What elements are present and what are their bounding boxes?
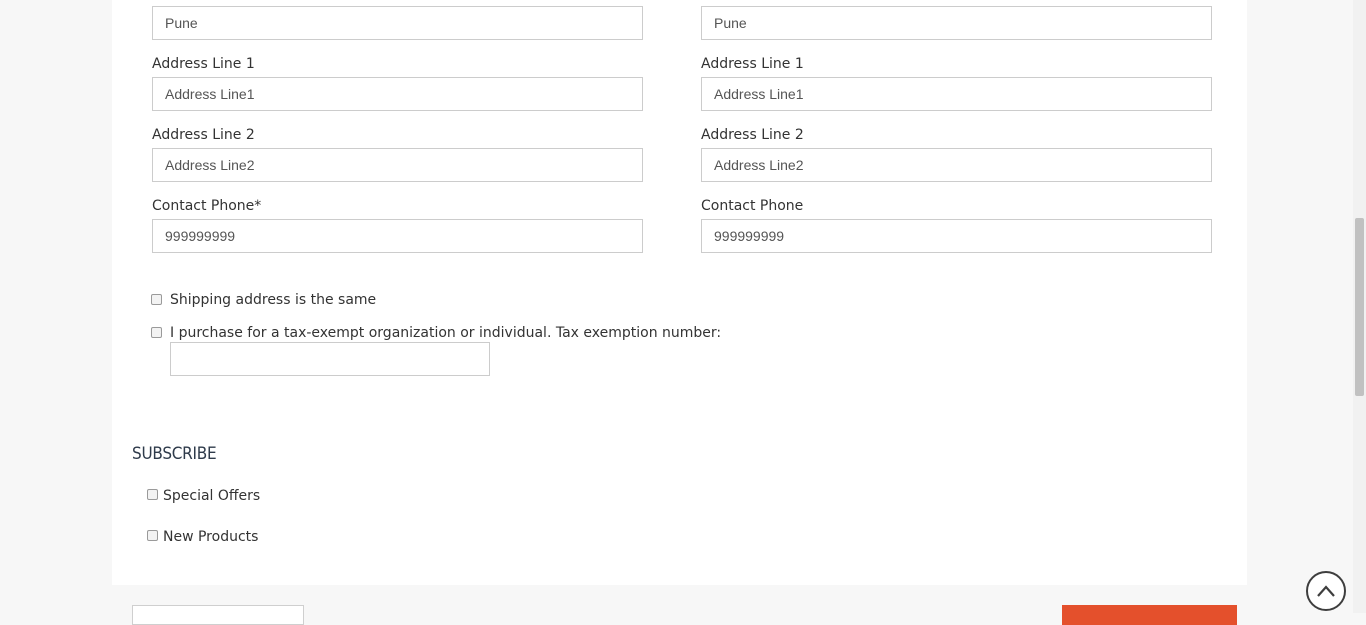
shipping-address1-input[interactable] <box>701 77 1212 111</box>
shipping-phone-input[interactable] <box>701 219 1212 253</box>
continue-button[interactable] <box>1062 605 1237 625</box>
billing-address1-label: Address Line 1 <box>152 56 255 72</box>
same-shipping-checkbox[interactable] <box>151 294 162 305</box>
billing-phone-input[interactable] <box>152 219 643 253</box>
new-products-checkbox[interactable] <box>147 530 158 541</box>
shipping-address1-label: Address Line 1 <box>701 56 804 72</box>
special-offers-checkbox[interactable] <box>147 489 158 500</box>
subscribe-title: SUBSCRIBE <box>132 444 217 464</box>
tax-exempt-label: I purchase for a tax-exempt organization… <box>170 325 722 341</box>
special-offers-label: Special Offers <box>163 488 261 504</box>
scroll-to-top-button[interactable] <box>1306 571 1346 611</box>
back-button[interactable] <box>132 605 304 625</box>
shipping-address2-input[interactable] <box>701 148 1212 182</box>
tax-exemption-number-input[interactable] <box>170 342 490 376</box>
new-products-label: New Products <box>163 529 259 545</box>
billing-address1-input[interactable] <box>152 77 643 111</box>
shipping-address2-label: Address Line 2 <box>701 127 804 143</box>
billing-phone-label: Contact Phone* <box>152 198 262 214</box>
same-shipping-label: Shipping address is the same <box>170 292 377 308</box>
billing-address2-label: Address Line 2 <box>152 127 255 143</box>
chevron-up-icon <box>1317 585 1335 597</box>
tax-exempt-checkbox[interactable] <box>151 327 162 338</box>
billing-address2-input[interactable] <box>152 148 643 182</box>
scrollbar-thumb[interactable] <box>1355 218 1364 396</box>
shipping-city-input[interactable] <box>701 6 1212 40</box>
shipping-phone-label: Contact Phone <box>701 198 804 214</box>
billing-city-input[interactable] <box>152 6 643 40</box>
page-scrollbar[interactable] <box>1353 0 1366 613</box>
